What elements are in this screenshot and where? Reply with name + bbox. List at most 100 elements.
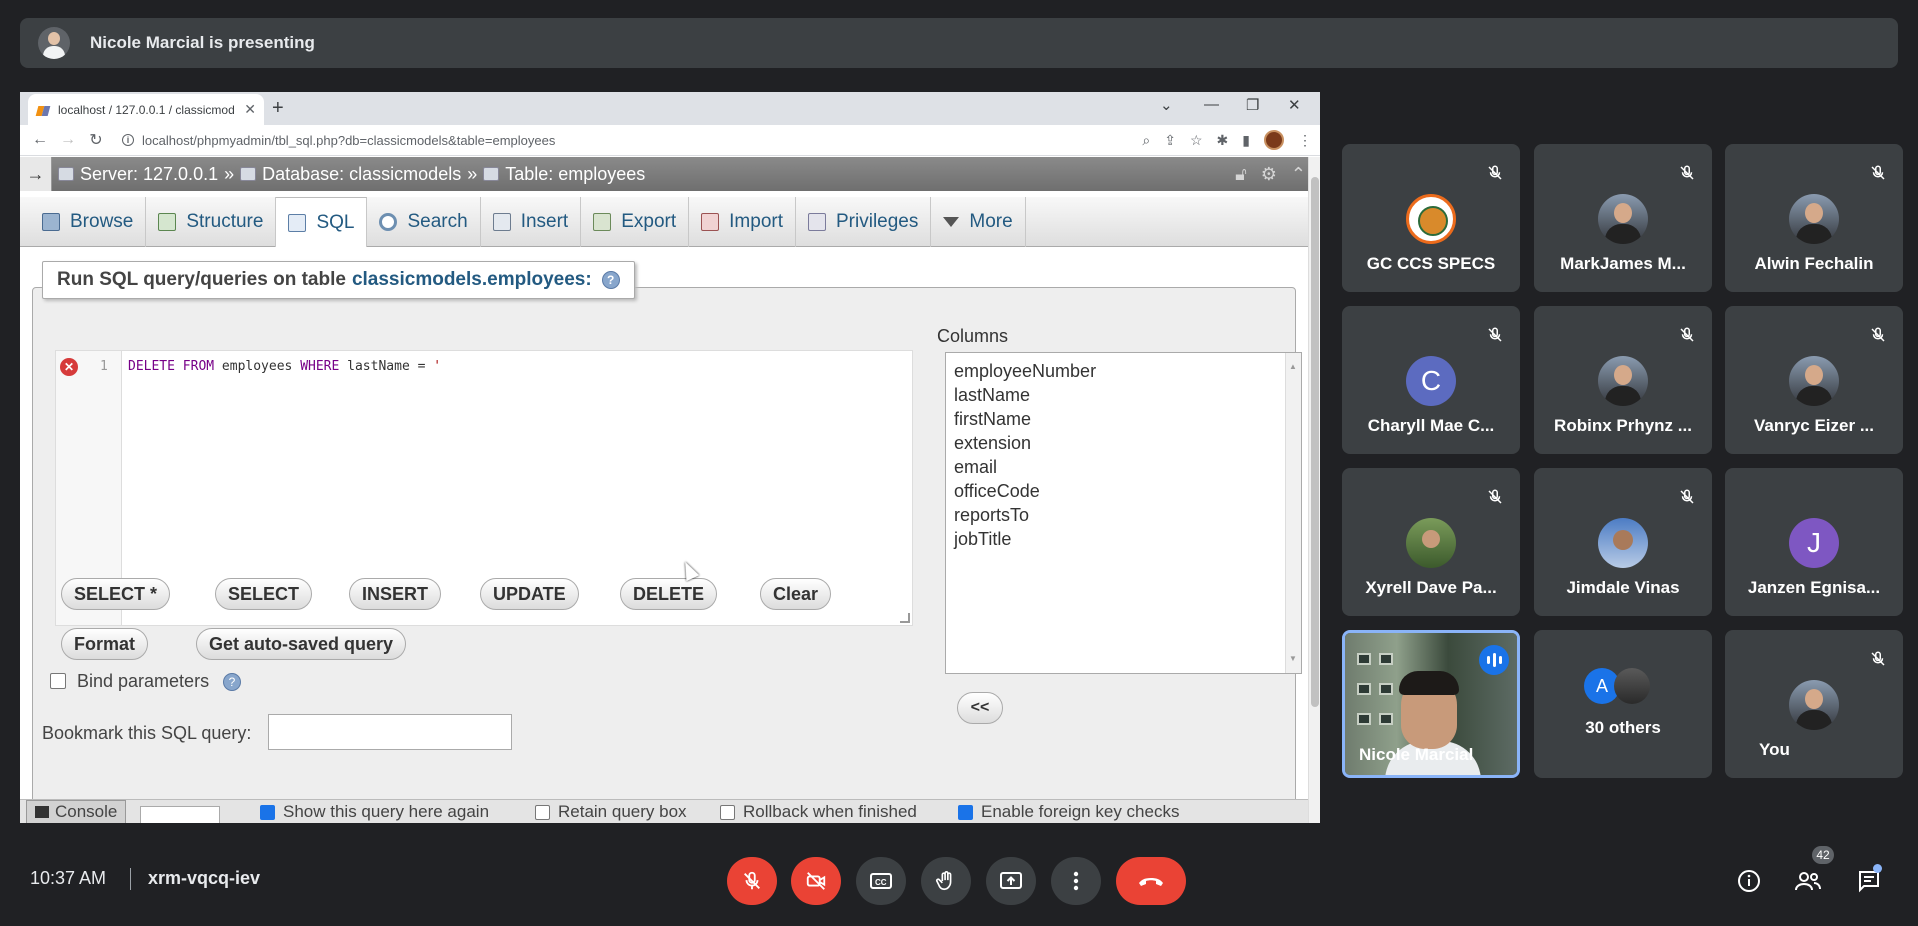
tab-sql[interactable]: SQL bbox=[276, 197, 368, 247]
page-scrollbar[interactable] bbox=[1308, 157, 1320, 823]
bookmark-input[interactable] bbox=[268, 714, 512, 750]
participant-tile[interactable]: J Janzen Egnisa... bbox=[1725, 468, 1903, 616]
insert-column-button[interactable]: << bbox=[957, 692, 1003, 724]
participant-tile[interactable]: Jimdale Vinas bbox=[1534, 468, 1712, 616]
participant-tile[interactable]: Xyrell Dave Pa... bbox=[1342, 468, 1520, 616]
query-box-legend: Run SQL query/queries on table classicmo… bbox=[42, 261, 635, 299]
extensions-icon[interactable]: ✱ bbox=[1217, 132, 1229, 149]
breadcrumb-database[interactable]: Database: classicmodels bbox=[262, 164, 461, 185]
tab-browse[interactable]: Browse bbox=[30, 197, 147, 247]
tab-more[interactable]: More bbox=[931, 197, 1026, 247]
browser-menu-icon[interactable]: ⋮ bbox=[1298, 132, 1312, 149]
tab-structure[interactable]: Structure bbox=[146, 197, 277, 247]
column-option[interactable]: employeeNumber bbox=[954, 359, 1293, 383]
columns-scrollbar[interactable] bbox=[1285, 353, 1301, 673]
present-now-button[interactable] bbox=[986, 857, 1036, 905]
participant-tile-speaking[interactable]: Nicole Marcial bbox=[1342, 630, 1520, 778]
participant-avatar: C bbox=[1406, 356, 1456, 406]
toggle-camera-button[interactable] bbox=[791, 857, 841, 905]
checkbox[interactable] bbox=[958, 804, 973, 820]
hand-icon bbox=[936, 871, 952, 891]
delete-button[interactable]: DELETE bbox=[620, 578, 718, 610]
columns-listbox[interactable]: employeeNumber lastName firstName extens… bbox=[945, 352, 1302, 674]
insert-button[interactable]: INSERT bbox=[349, 578, 442, 610]
tab-export[interactable]: Export bbox=[581, 197, 690, 247]
tab-search-icon[interactable]: ⌄ bbox=[1160, 96, 1173, 114]
participant-tile[interactable]: Robinx Prhynz ... bbox=[1534, 306, 1712, 454]
close-window-icon[interactable]: ✕ bbox=[1288, 96, 1301, 114]
settings-gear-icon[interactable]: ⚙ bbox=[1261, 164, 1277, 185]
clear-button[interactable]: Clear bbox=[760, 578, 832, 610]
breadcrumb-table[interactable]: Table: employees bbox=[505, 164, 645, 185]
new-tab-icon[interactable]: + bbox=[272, 98, 284, 118]
tab-search[interactable]: Search bbox=[367, 197, 481, 247]
captions-button[interactable]: CC bbox=[856, 857, 906, 905]
help-icon[interactable]: ? bbox=[601, 271, 620, 289]
browser-tab[interactable]: localhost / 127.0.0.1 / classicmod ✕ bbox=[28, 94, 264, 125]
retain-query-option[interactable]: Retain query box bbox=[535, 802, 687, 822]
column-option[interactable]: firstName bbox=[954, 407, 1293, 431]
column-option[interactable]: email bbox=[954, 455, 1293, 479]
participant-tile[interactable]: Vanryc Eizer ... bbox=[1725, 306, 1903, 454]
meeting-info-button[interactable] bbox=[1734, 866, 1764, 896]
get-autosaved-query-button[interactable]: Get auto-saved query bbox=[196, 628, 407, 660]
participant-tile[interactable]: MarkJames M... bbox=[1534, 144, 1712, 292]
people-button[interactable] bbox=[1793, 866, 1823, 896]
select-button[interactable]: SELECT bbox=[215, 578, 313, 610]
checkbox[interactable] bbox=[535, 804, 550, 820]
option-label: Enable foreign key checks bbox=[981, 802, 1180, 821]
minimize-icon[interactable]: — bbox=[1204, 96, 1219, 113]
more-options-button[interactable] bbox=[1051, 857, 1101, 905]
lock-icon[interactable]: 🔓︎ bbox=[1235, 164, 1247, 185]
close-tab-icon[interactable]: ✕ bbox=[244, 101, 256, 118]
back-icon[interactable]: ← bbox=[28, 131, 52, 149]
zoom-icon[interactable]: ⌕ bbox=[1142, 132, 1150, 149]
reload-icon[interactable]: ↻ bbox=[84, 130, 108, 150]
help-icon[interactable]: ? bbox=[223, 673, 241, 691]
console-tab[interactable]: Console bbox=[26, 800, 127, 823]
navigation-toggle-icon[interactable]: → bbox=[20, 157, 52, 191]
share-icon[interactable]: ⇪ bbox=[1164, 132, 1176, 149]
participant-tile[interactable]: GC CCS SPECS bbox=[1342, 144, 1520, 292]
legend-table-link[interactable]: classicmodels.employees: bbox=[352, 269, 592, 291]
restore-icon[interactable]: ❐ bbox=[1246, 96, 1259, 114]
column-option[interactable]: reportsTo bbox=[954, 503, 1293, 527]
show-query-option[interactable]: Show this query here again bbox=[260, 802, 489, 822]
participant-name: Charyll Mae C... bbox=[1367, 416, 1495, 435]
tab-label: Browse bbox=[70, 211, 134, 232]
resize-handle-icon[interactable] bbox=[900, 613, 910, 623]
delimiter-field[interactable] bbox=[140, 806, 220, 823]
checkbox[interactable] bbox=[260, 804, 275, 820]
others-tile[interactable]: A 30 others bbox=[1534, 630, 1712, 778]
tab-insert[interactable]: Insert bbox=[481, 197, 582, 247]
tab-privileges[interactable]: Privileges bbox=[796, 197, 932, 247]
foreign-key-option[interactable]: Enable foreign key checks bbox=[958, 802, 1179, 822]
raise-hand-button[interactable] bbox=[921, 857, 971, 905]
checkbox[interactable] bbox=[720, 804, 735, 820]
bookmark-star-icon[interactable]: ☆ bbox=[1190, 132, 1203, 149]
update-button[interactable]: UPDATE bbox=[480, 578, 579, 610]
bind-parameters-checkbox[interactable] bbox=[50, 673, 66, 689]
end-call-icon bbox=[1139, 878, 1163, 886]
site-info-icon[interactable]: i bbox=[122, 134, 134, 146]
participant-tile[interactable]: C Charyll Mae C... bbox=[1342, 306, 1520, 454]
query-fieldset: ✕ 1 DELETE FROM employees WHERE lastName… bbox=[32, 287, 1302, 823]
collapse-icon[interactable]: ⌃ bbox=[1291, 164, 1306, 185]
column-option[interactable]: lastName bbox=[954, 383, 1293, 407]
side-panel-icon[interactable]: ▮ bbox=[1242, 132, 1250, 149]
column-option[interactable]: extension bbox=[954, 431, 1293, 455]
rollback-option[interactable]: Rollback when finished bbox=[720, 802, 917, 822]
column-option[interactable]: jobTitle bbox=[954, 527, 1293, 551]
select-all-button[interactable]: SELECT * bbox=[61, 578, 171, 610]
url-field[interactable]: i localhost/phpmyadmin/tbl_sql.php?db=cl… bbox=[122, 133, 1142, 148]
profile-avatar[interactable] bbox=[1264, 130, 1284, 150]
participant-tile-self[interactable]: You bbox=[1725, 630, 1903, 778]
tab-import[interactable]: Import bbox=[689, 197, 796, 247]
forward-icon[interactable]: → bbox=[56, 131, 80, 149]
format-button[interactable]: Format bbox=[61, 628, 149, 660]
participant-tile[interactable]: Alwin Fechalin bbox=[1725, 144, 1903, 292]
leave-call-button[interactable] bbox=[1116, 857, 1186, 905]
breadcrumb-server[interactable]: Server: 127.0.0.1 bbox=[80, 164, 218, 185]
column-option[interactable]: officeCode bbox=[954, 479, 1293, 503]
toggle-mic-button[interactable] bbox=[727, 857, 777, 905]
